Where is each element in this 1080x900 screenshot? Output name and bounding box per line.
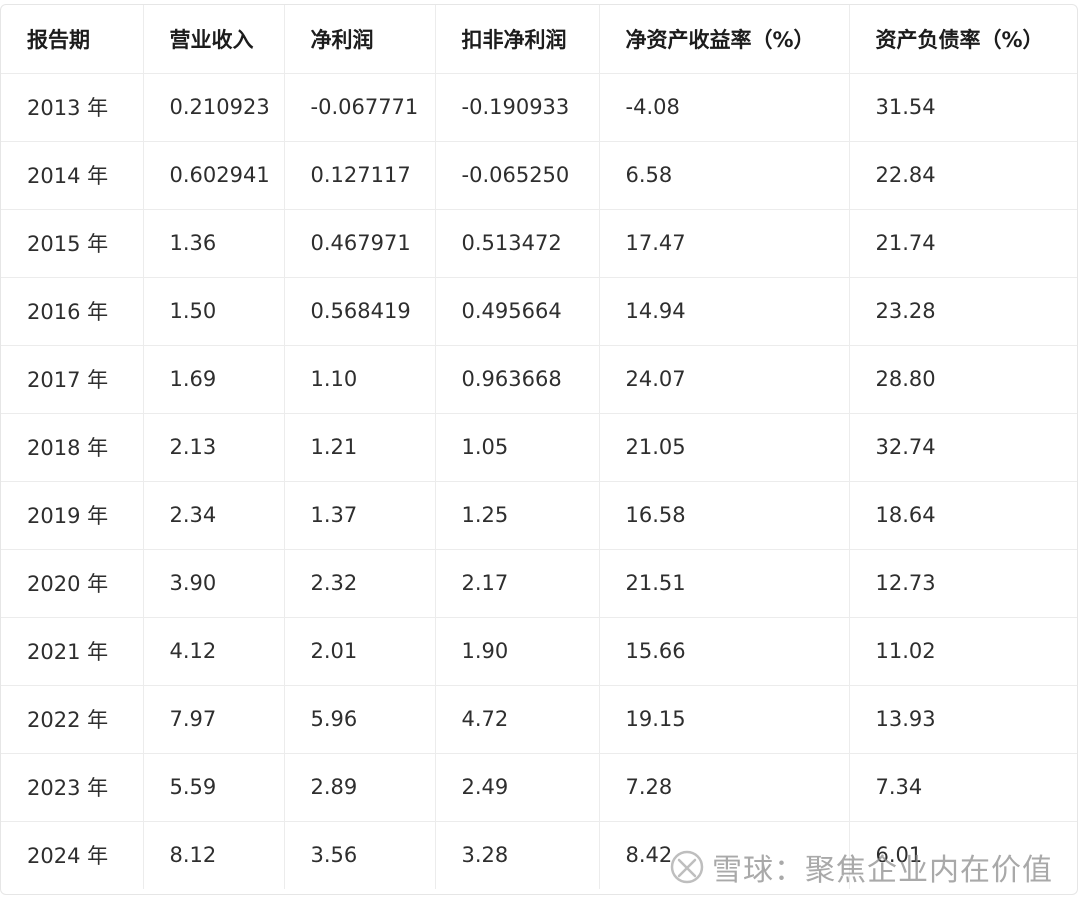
cell-adjusted-net-profit: -0.190933: [435, 73, 600, 142]
cell-roe: 19.15: [599, 685, 850, 754]
cell-roe: 7.28: [599, 753, 850, 822]
cell-adjusted-net-profit: 1.05: [435, 413, 600, 482]
cell-adjusted-net-profit: 0.963668: [435, 345, 600, 414]
table-row: 2015 年 1.36 0.467971 0.513472 17.47 21.74: [1, 209, 1077, 278]
cell-period: 2019 年: [1, 481, 144, 550]
header-report-period: 报告期: [1, 5, 144, 74]
cell-adjusted-net-profit: 0.495664: [435, 277, 600, 346]
financial-table: 报告期 营业收入 净利润 扣非净利润 净资产收益率（%） 资产负债率（%） 20…: [1, 5, 1077, 889]
cell-net-profit: -0.067771: [284, 73, 436, 142]
cell-roe: -4.08: [599, 73, 850, 142]
cell-adjusted-net-profit: 1.90: [435, 617, 600, 686]
cell-revenue: 4.12: [143, 617, 285, 686]
cell-adjusted-net-profit: 2.49: [435, 753, 600, 822]
cell-net-profit: 1.21: [284, 413, 436, 482]
cell-net-profit: 5.96: [284, 685, 436, 754]
cell-net-profit: 0.568419: [284, 277, 436, 346]
cell-adjusted-net-profit: -0.065250: [435, 141, 600, 210]
header-roe: 净资产收益率（%）: [599, 5, 850, 74]
cell-adjusted-net-profit: 3.28: [435, 821, 600, 889]
cell-debt-ratio: 18.64: [849, 481, 1077, 550]
cell-debt-ratio: 32.74: [849, 413, 1077, 482]
header-debt-ratio: 资产负债率（%）: [849, 5, 1077, 74]
cell-net-profit: 1.10: [284, 345, 436, 414]
table-body: 2013 年 0.210923 -0.067771 -0.190933 -4.08 31.…: [1, 73, 1077, 889]
cell-roe: 21.05: [599, 413, 850, 482]
table-row: 2013 年 0.210923 -0.067771 -0.190933 -4.08 31.…: [1, 73, 1077, 142]
financial-table-container: 报告期 营业收入 净利润 扣非净利润 净资产收益率（%） 资产负债率（%） 20…: [0, 4, 1078, 895]
cell-revenue: 1.69: [143, 345, 285, 414]
cell-roe: 6.58: [599, 141, 850, 210]
table-row: 2018 年 2.13 1.21 1.05 21.05 32.74: [1, 413, 1077, 482]
cell-roe: 8.42: [599, 821, 850, 889]
table-row: 2016 年 1.50 0.568419 0.495664 14.94 23.28: [1, 277, 1077, 346]
cell-debt-ratio: 6.01: [875, 843, 923, 868]
cell-revenue: 0.602941: [143, 141, 285, 210]
header-net-profit: 净利润: [284, 5, 436, 74]
cell-revenue: 2.13: [143, 413, 285, 482]
cell-revenue: 0.210923: [143, 73, 285, 142]
cell-net-profit: 2.89: [284, 753, 436, 822]
table-row: 2024 年 8.12 3.56 3.28 8.42 6.01: [1, 821, 1077, 889]
table-row: 2020 年 3.90 2.32 2.17 21.51 12.73: [1, 549, 1077, 618]
cell-revenue: 3.90: [143, 549, 285, 618]
cell-debt-ratio: 7.34: [849, 753, 1077, 822]
table-row: 2021 年 4.12 2.01 1.90 15.66 11.02: [1, 617, 1077, 686]
cell-net-profit: 1.37: [284, 481, 436, 550]
cell-period: 2024 年: [1, 821, 144, 889]
cell-net-profit: 0.127117: [284, 141, 436, 210]
cell-revenue: 8.12: [143, 821, 285, 889]
cell-period: 2022 年: [1, 685, 144, 754]
cell-period: 2014 年: [1, 141, 144, 210]
cell-roe: 15.66: [599, 617, 850, 686]
cell-net-profit: 2.32: [284, 549, 436, 618]
header-row: 报告期 营业收入 净利润 扣非净利润 净资产收益率（%） 资产负债率（%）: [1, 5, 1077, 74]
table-row: 2022 年 7.97 5.96 4.72 19.15 13.93: [1, 685, 1077, 754]
cell-adjusted-net-profit: 0.513472: [435, 209, 600, 278]
table-row: 2017 年 1.69 1.10 0.963668 24.07 28.80: [1, 345, 1077, 414]
cell-net-profit: 3.56: [284, 821, 436, 889]
cell-debt-ratio: 23.28: [849, 277, 1077, 346]
cell-debt-ratio: 21.74: [849, 209, 1077, 278]
cell-period: 2013 年: [1, 73, 144, 142]
cell-period: 2023 年: [1, 753, 144, 822]
cell-roe: 16.58: [599, 481, 850, 550]
cell-debt-ratio: 13.93: [849, 685, 1077, 754]
table-header: 报告期 营业收入 净利润 扣非净利润 净资产收益率（%） 资产负债率（%）: [1, 5, 1077, 74]
cell-revenue: 1.36: [143, 209, 285, 278]
cell-revenue: 1.50: [143, 277, 285, 346]
cell-period: 2015 年: [1, 209, 144, 278]
cell-roe: 17.47: [599, 209, 850, 278]
table-row: 2014 年 0.602941 0.127117 -0.065250 6.58 22.84: [1, 141, 1077, 210]
cell-debt-ratio: 28.80: [849, 345, 1077, 414]
cell-debt-ratio: 11.02: [849, 617, 1077, 686]
cell-adjusted-net-profit: 1.25: [435, 481, 600, 550]
cell-roe: 24.07: [599, 345, 850, 414]
cell-net-profit: 0.467971: [284, 209, 436, 278]
cell-revenue: 2.34: [143, 481, 285, 550]
cell-period: 2020 年: [1, 549, 144, 618]
table-row: 2019 年 2.34 1.37 1.25 16.58 18.64: [1, 481, 1077, 550]
cell-period: 2018 年: [1, 413, 144, 482]
cell-roe: 14.94: [599, 277, 850, 346]
cell-revenue: 7.97: [143, 685, 285, 754]
cell-period: 2016 年: [1, 277, 144, 346]
cell-period: 2017 年: [1, 345, 144, 414]
cell-debt-ratio: 22.84: [849, 141, 1077, 210]
cell-revenue: 5.59: [143, 753, 285, 822]
cell-period: 2021 年: [1, 617, 144, 686]
cell-net-profit: 2.01: [284, 617, 436, 686]
table-row: 2023 年 5.59 2.89 2.49 7.28 7.34: [1, 753, 1077, 822]
cell-roe: 21.51: [599, 549, 850, 618]
header-adjusted-net-profit: 扣非净利润: [435, 5, 600, 74]
cell-adjusted-net-profit: 2.17: [435, 549, 600, 618]
cell-debt-ratio: 31.54: [849, 73, 1077, 142]
cell-debt-ratio: 12.73: [849, 549, 1077, 618]
header-revenue: 营业收入: [143, 5, 285, 74]
cell-adjusted-net-profit: 4.72: [435, 685, 600, 754]
